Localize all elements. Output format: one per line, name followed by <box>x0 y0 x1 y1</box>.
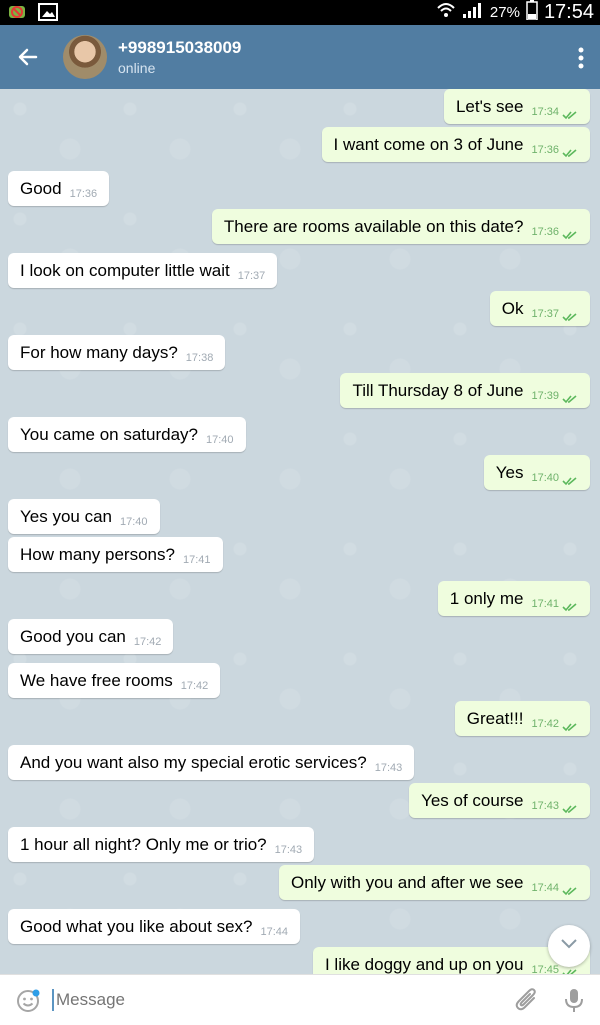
message-time: 17:43 <box>374 761 403 774</box>
message-text: Yes <box>495 462 524 482</box>
message-time: 17:39 <box>531 389 559 402</box>
message-time: 17:38 <box>185 351 214 364</box>
message-time: 17:42 <box>133 635 162 648</box>
double-check-icon <box>562 719 578 731</box>
message-text: Good you can <box>20 626 126 646</box>
message-text: I look on computer little wait <box>20 260 230 280</box>
message-time: 17:36 <box>531 143 559 156</box>
text-cursor <box>52 989 54 1011</box>
double-check-icon <box>562 473 578 485</box>
message-text: 1 hour all night? Only me or trio? <box>20 834 267 854</box>
message-time: 17:41 <box>531 597 559 610</box>
gallery-icon <box>38 2 58 27</box>
status-time: 17:54 <box>543 1 594 23</box>
outgoing-message[interactable]: Let's see 17:34 <box>443 89 590 124</box>
android-debug-icon <box>6 2 28 27</box>
incoming-message[interactable]: How many persons? 17:41 <box>8 537 223 572</box>
incoming-message[interactable]: I look on computer little wait 17:37 <box>8 253 278 288</box>
message-text: Great!!! <box>466 708 524 728</box>
message-time: 17:44 <box>260 925 289 938</box>
message-time: 17:36 <box>531 225 559 238</box>
message-text: I like doggy and up on you <box>324 954 524 974</box>
message-time: 17:37 <box>237 269 266 282</box>
outgoing-message[interactable]: Only with you and after we see 17:44 <box>279 865 590 900</box>
message-text: Ok <box>501 298 524 318</box>
incoming-message[interactable]: We have free rooms 17:42 <box>8 663 221 698</box>
message-input-bar <box>0 974 600 1025</box>
message-time: 17:40 <box>531 471 559 484</box>
message-time: 17:43 <box>531 799 559 812</box>
message-text: Good what you like about sex? <box>20 916 253 936</box>
message-text: And you want also my special erotic serv… <box>20 752 367 772</box>
message-text: 1 only me <box>449 588 524 608</box>
emoji-icon[interactable] <box>16 989 40 1013</box>
message-text: I want come on 3 of June <box>333 134 524 154</box>
message-text: Yes you can <box>20 506 112 526</box>
incoming-message[interactable]: 1 hour all night? Only me or trio? 17:43 <box>8 827 315 862</box>
message-time: 17:45 <box>531 963 559 975</box>
message-time: 17:41 <box>182 553 211 566</box>
outgoing-message[interactable]: Ok 17:37 <box>489 291 590 326</box>
message-time: 17:40 <box>120 515 148 528</box>
message-text: Good <box>20 178 62 198</box>
outgoing-message[interactable]: 1 only me 17:41 <box>437 581 590 616</box>
message-time: 17:43 <box>274 843 303 856</box>
message-text: We have free rooms <box>20 670 173 690</box>
outgoing-message[interactable]: Great!!! 17:42 <box>454 701 590 736</box>
message-text: Yes of course <box>421 790 524 810</box>
double-check-icon <box>562 227 578 239</box>
double-check-icon <box>562 391 578 403</box>
message-text: Till Thursday 8 of June <box>352 380 524 400</box>
message-input[interactable] <box>56 990 476 1010</box>
message-text: Only with you and after we see <box>291 872 524 892</box>
double-check-icon <box>562 309 578 321</box>
back-arrow-icon[interactable] <box>14 43 42 71</box>
microphone-icon[interactable] <box>562 987 586 1013</box>
incoming-message[interactable]: Good you can 17:42 <box>8 619 174 654</box>
message-text: There are rooms available on this date? <box>223 216 524 236</box>
outgoing-message[interactable]: Yes 17:40 <box>483 455 590 490</box>
scroll-down-button[interactable] <box>548 925 590 967</box>
incoming-message[interactable]: For how many days? 17:38 <box>8 335 226 370</box>
outgoing-message[interactable]: I want come on 3 of June 17:36 <box>321 127 590 162</box>
message-text: How many persons? <box>20 544 175 564</box>
double-check-icon <box>562 801 578 813</box>
chat-header: +998915038009 online <box>0 25 600 89</box>
outgoing-message[interactable]: Till Thursday 8 of June 17:39 <box>340 373 590 408</box>
incoming-message[interactable]: Good what you like about sex? 17:44 <box>8 909 301 944</box>
signal-icon <box>462 1 484 24</box>
outgoing-message[interactable]: There are rooms available on this date? 1… <box>211 209 590 244</box>
double-check-icon <box>562 599 578 611</box>
double-check-icon <box>562 107 578 119</box>
incoming-message[interactable]: Yes you can 17:40 <box>8 499 160 534</box>
attach-icon[interactable] <box>514 987 540 1013</box>
status-bar: 27% 17:54 <box>0 0 600 25</box>
contact-status: online <box>118 60 156 76</box>
message-text: Let's see <box>455 96 524 116</box>
battery-percent: 27% <box>489 4 520 21</box>
incoming-message[interactable]: And you want also my special erotic serv… <box>8 745 415 780</box>
outgoing-message[interactable]: Yes of course 17:43 <box>409 783 590 818</box>
double-check-icon <box>562 883 578 895</box>
message-time: 17:34 <box>531 105 559 118</box>
message-list[interactable]: Let's see 17:34 I want come on 3 of June 17… <box>0 89 600 974</box>
battery-icon <box>526 0 538 25</box>
wifi-icon <box>436 1 456 24</box>
contact-name[interactable]: +998915038009 <box>118 38 241 58</box>
message-time: 17:42 <box>531 717 559 730</box>
message-time: 17:42 <box>180 679 209 692</box>
more-vert-icon[interactable] <box>578 47 584 69</box>
incoming-message[interactable]: Good 17:36 <box>8 171 110 206</box>
double-check-icon <box>562 145 578 157</box>
message-text: For how many days? <box>20 342 178 362</box>
message-time: 17:40 <box>206 433 234 446</box>
message-text: You came on saturday? <box>20 424 198 444</box>
message-time: 17:36 <box>69 187 98 200</box>
avatar[interactable] <box>63 35 107 79</box>
incoming-message[interactable]: You came on saturday? 17:40 <box>8 417 246 452</box>
chevron-down-icon <box>560 937 578 955</box>
message-time: 17:44 <box>531 881 559 894</box>
message-time: 17:37 <box>531 307 559 320</box>
